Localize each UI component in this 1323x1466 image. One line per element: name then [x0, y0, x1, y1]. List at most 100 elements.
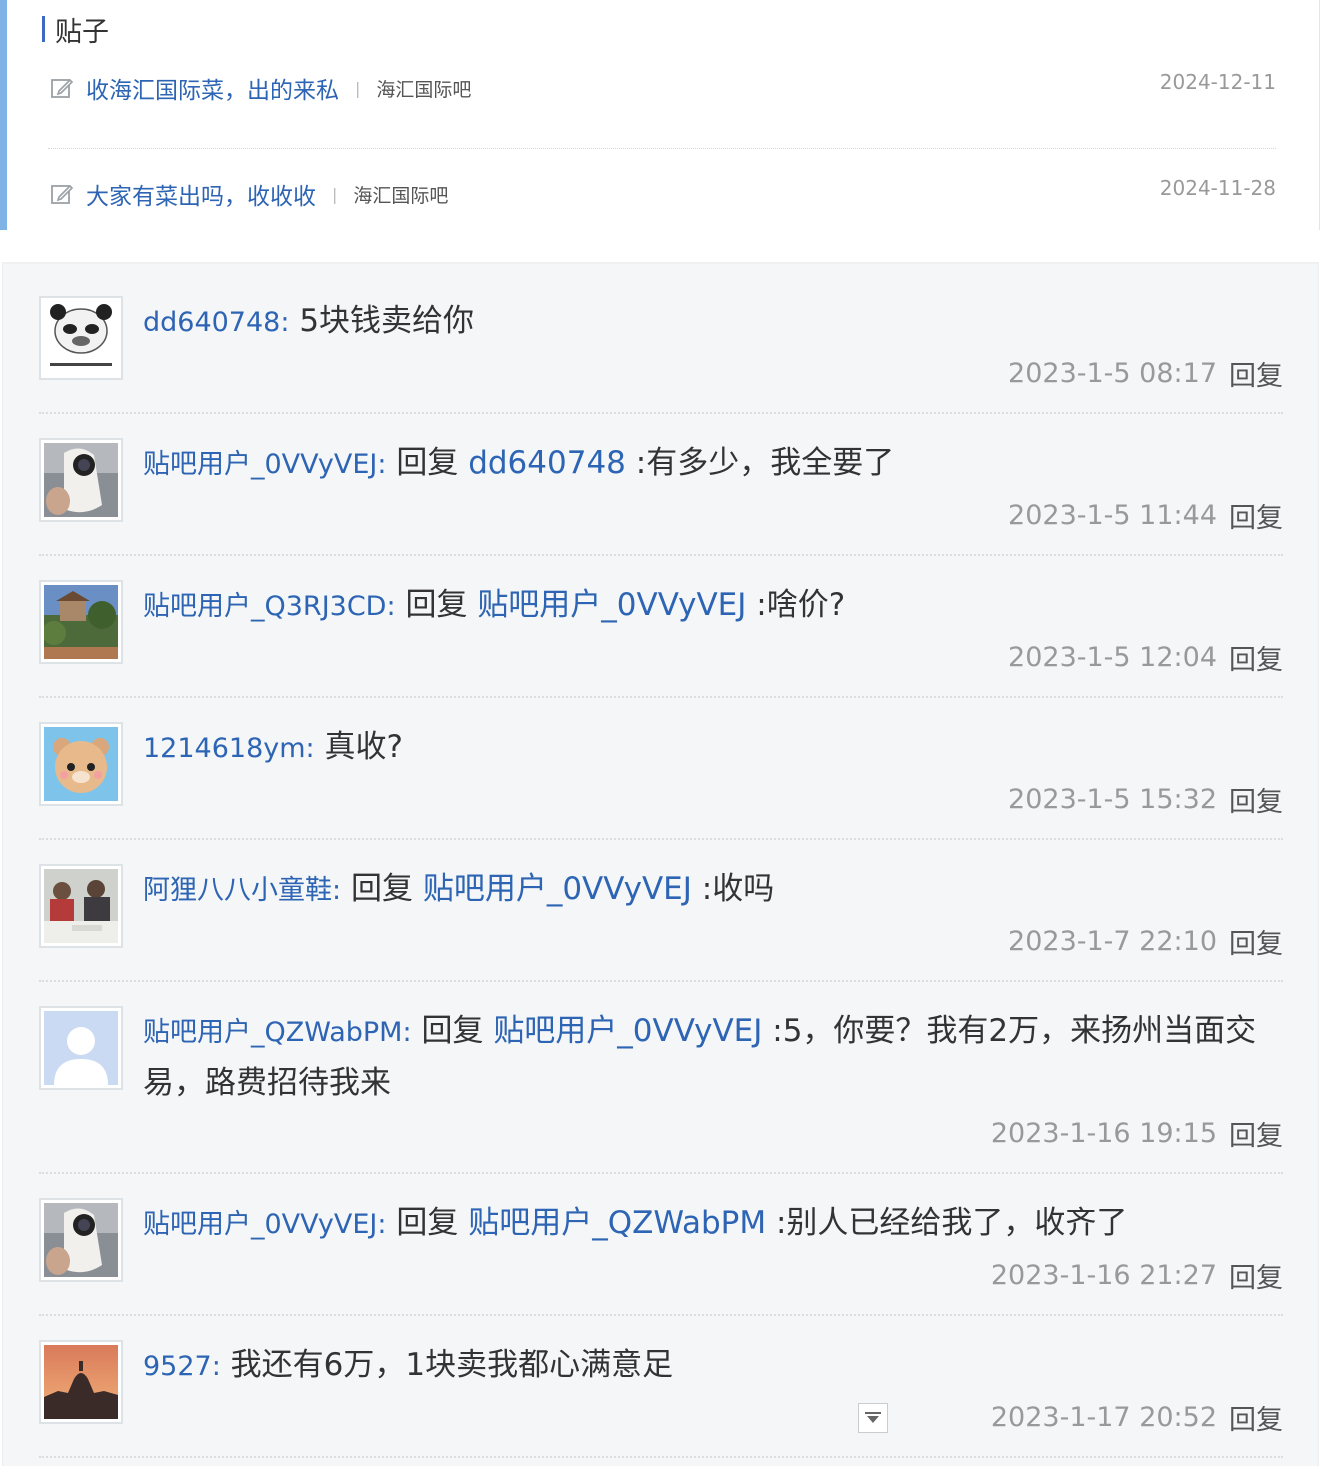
reply-time: 2023-1-5 12:04	[1008, 642, 1217, 673]
reply-content: dd640748: 5块钱卖给你	[143, 296, 1283, 348]
reply-target-link[interactable]: 贴吧用户_0VVyVEJ	[477, 587, 746, 623]
post-title-link[interactable]: 收海汇国际菜，出的来私	[86, 71, 339, 105]
divider	[39, 554, 1283, 556]
username-link[interactable]: 1214618ym	[143, 733, 306, 764]
edit-icon	[51, 78, 74, 98]
colon: :	[305, 733, 315, 764]
post-date: 2024-12-11	[1159, 70, 1276, 94]
reply-meta: 2023-1-17 20:52 回复	[991, 1398, 1283, 1437]
reply-prefix: 回复	[395, 587, 478, 623]
reply-time: 2023-1-5 08:17	[1008, 358, 1217, 389]
username-link[interactable]: 贴吧用户_QZWabPM	[143, 1017, 402, 1048]
username-link[interactable]: 贴吧用户_0VVyVEJ	[143, 1209, 377, 1240]
username-link[interactable]: 9527	[143, 1351, 212, 1382]
post-date: 2024-11-28	[1159, 176, 1276, 200]
reply-text: 5块钱卖给你	[289, 303, 475, 339]
reply-button[interactable]: 回复	[1229, 922, 1283, 961]
forum-link[interactable]: 海汇国际吧	[353, 181, 448, 208]
reply-text: :啥价?	[746, 587, 846, 623]
reply-meta: 2023-1-5 12:04 回复	[1008, 638, 1283, 677]
divider	[39, 1172, 1283, 1174]
people-photo-avatar[interactable]	[39, 864, 123, 948]
divider	[39, 696, 1283, 698]
landscape-icon	[44, 585, 118, 659]
reply-target-link[interactable]: dd640748	[468, 445, 626, 481]
username-link[interactable]: 阿狸八八小童鞋	[143, 875, 332, 906]
reply-content: 阿狸八八小童鞋: 回复 贴吧用户_0VVyVEJ :收吗	[143, 864, 1283, 916]
reply-button[interactable]: 回复	[1229, 780, 1283, 819]
reply-time: 2023-1-16 19:15	[990, 1118, 1217, 1149]
edit-icon	[51, 184, 74, 204]
reply-prefix: 回复	[411, 1013, 494, 1049]
camera-icon	[44, 443, 118, 517]
reply-button[interactable]: 回复	[1229, 496, 1283, 535]
people-photo-icon	[44, 869, 118, 943]
colon: :	[402, 1017, 412, 1048]
reply-time: 2023-1-5 15:32	[1008, 784, 1217, 815]
panda-meme-avatar[interactable]	[39, 296, 123, 380]
reply-button[interactable]: 回复	[1229, 638, 1283, 677]
colon: :	[386, 591, 396, 622]
reply-button[interactable]: 回复	[1229, 1256, 1283, 1295]
reply-button[interactable]: 回复	[1229, 1114, 1283, 1153]
reply-meta: 2023-1-5 11:44 回复	[1008, 496, 1283, 535]
card-border	[1319, 0, 1320, 230]
reply-meta: 2023-1-5 15:32 回复	[1008, 780, 1283, 819]
reply-meta: 2023-1-16 21:27 回复	[991, 1256, 1283, 1295]
reply-text: :别人已经给我了，收齐了	[766, 1205, 1128, 1241]
camera-avatar[interactable]	[39, 1198, 123, 1282]
reply-time: 2023-1-17 20:52	[990, 1402, 1217, 1433]
reply-meta: 2023-1-7 22:10 回复	[1008, 922, 1283, 961]
reply-target-link[interactable]: 贴吧用户_0VVyVEJ	[493, 1013, 762, 1049]
camera-avatar[interactable]	[39, 438, 123, 522]
reply-button[interactable]: 回复	[1229, 1398, 1283, 1437]
divider	[39, 980, 1283, 982]
username-link[interactable]: 贴吧用户_Q3RJ3CD	[143, 591, 386, 622]
username-link[interactable]: dd640748	[143, 307, 280, 338]
reply-time: 2023-1-7 22:10	[1008, 926, 1217, 957]
reply-meta: 2023-1-16 19:15 回复	[991, 1114, 1283, 1153]
panda-meme-icon	[44, 301, 118, 375]
reply-content: 贴吧用户_Q3RJ3CD: 回复 贴吧用户_0VVyVEJ :啥价?	[143, 580, 1283, 632]
colon: :	[332, 875, 342, 906]
divider	[39, 1456, 1283, 1458]
reply-list: dd640748: 5块钱卖给你 2023-1-5 08:17 回复 贴吧用户_…	[2, 262, 1319, 1466]
reply-prefix: 回复	[386, 445, 469, 481]
expand-button[interactable]	[858, 1403, 888, 1433]
separator: |	[355, 78, 361, 98]
forum-link[interactable]: 海汇国际吧	[376, 75, 471, 102]
divider	[39, 1314, 1283, 1316]
camera-icon	[44, 1203, 118, 1277]
section-title-text: 贴子	[55, 16, 109, 48]
reply-meta: 2023-1-5 08:17 回复	[1008, 354, 1283, 393]
chevron-down-icon	[865, 1412, 881, 1423]
post-title-link[interactable]: 大家有菜出吗，收收收	[86, 177, 316, 211]
reply-target-link[interactable]: 贴吧用户_QZWabPM	[468, 1205, 766, 1241]
reply-content: 9527: 我还有6万，1块卖我都心满意足	[143, 1340, 1283, 1392]
sunset-city-avatar[interactable]	[39, 1340, 123, 1424]
title-marker	[42, 16, 45, 42]
reply-content: 1214618ym: 真收?	[143, 722, 1283, 774]
post-item: 收海汇国际菜，出的来私 | 海汇国际吧 2024-12-11	[50, 68, 1276, 108]
reply-prefix: 回复	[386, 1205, 469, 1241]
reply-text: 真收?	[314, 729, 403, 765]
default-user-avatar[interactable]	[39, 1006, 123, 1090]
landscape-avatar[interactable]	[39, 580, 123, 664]
reply-content: 贴吧用户_QZWabPM: 回复 贴吧用户_0VVyVEJ :5，你要？我有2万…	[143, 1006, 1283, 1109]
reply-prefix: 回复	[341, 871, 423, 907]
reply-text: :有多少，我全要了	[625, 445, 895, 481]
posts-card: 贴子 收海汇国际菜，出的来私 | 海汇国际吧 2024-12-11 大家有菜出吗…	[0, 0, 1323, 230]
reply-content: 贴吧用户_0VVyVEJ: 回复 贴吧用户_QZWabPM :别人已经给我了，收…	[143, 1198, 1283, 1250]
username-link[interactable]: 贴吧用户_0VVyVEJ	[143, 449, 377, 480]
separator: |	[332, 184, 338, 204]
reply-target-link[interactable]: 贴吧用户_0VVyVEJ	[423, 871, 692, 907]
reply-time: 2023-1-16 21:27	[990, 1260, 1217, 1291]
default-user-icon	[44, 1011, 118, 1085]
accent-bar	[0, 0, 7, 230]
divider	[39, 838, 1283, 840]
reply-button[interactable]: 回复	[1229, 354, 1283, 393]
bear-avatar[interactable]	[39, 722, 123, 806]
reply-text: 我还有6万，1块卖我都心满意足	[220, 1347, 674, 1383]
reply-time: 2023-1-5 11:44	[1008, 500, 1217, 531]
sunset-city-icon	[44, 1345, 118, 1419]
